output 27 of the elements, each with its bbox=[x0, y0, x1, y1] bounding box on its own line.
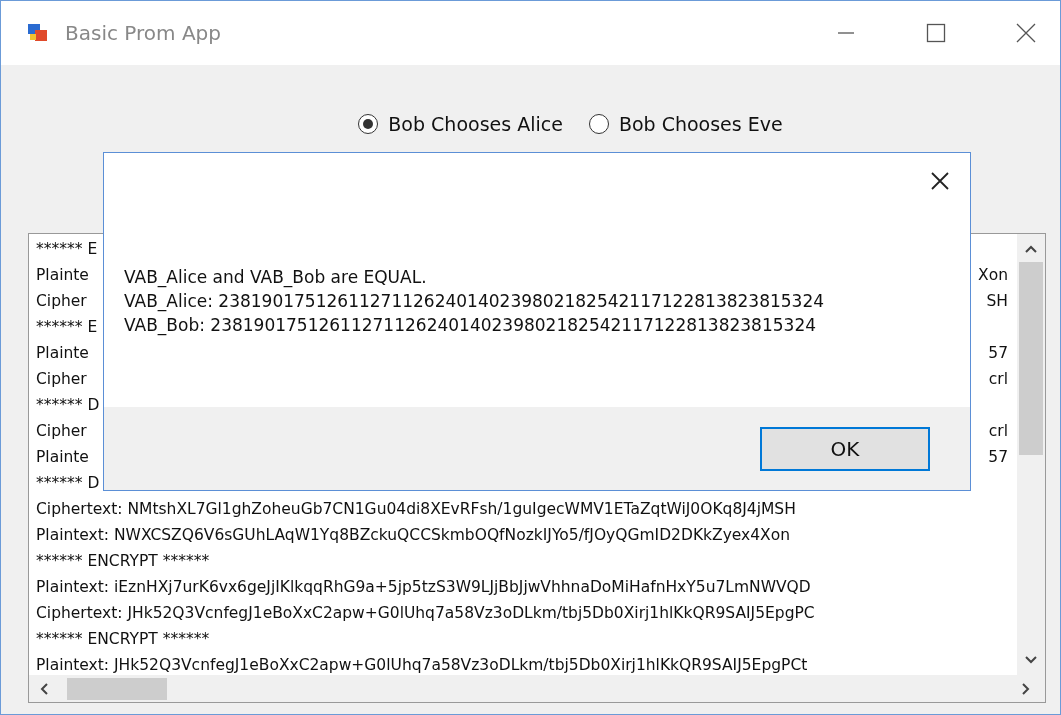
log-line-end: crl bbox=[988, 369, 1008, 390]
log-line-end: SH bbox=[986, 291, 1008, 312]
log-line: Plaintext: iEznHXj7urK6vx6geJjIKlkqqRhG9a+5jp5tzS3W9LJjBbJjwVhhnaDoMiHafnHxY5u7LmNWVQD bbox=[36, 577, 811, 598]
log-line: Plainte bbox=[36, 447, 89, 468]
log-line-end: Xon bbox=[978, 265, 1008, 286]
log-line: Plainte bbox=[36, 265, 89, 286]
message-line: VAB_Alice: 23819017512611271126240140239802182542117122813823815324 bbox=[124, 290, 826, 313]
log-line: Ciphertext: NMtshXL7Gl1ghZoheuGb7CN1Gu04di8XEvRFsh/1guIgecWMV1ETaZqtWiJ0OKq8J4jMSH bbox=[36, 499, 796, 520]
log-line: ****** E bbox=[36, 317, 98, 338]
log-line: Plainte bbox=[36, 343, 89, 364]
log-line: Cipher bbox=[36, 421, 87, 442]
log-line: ****** D bbox=[36, 395, 100, 416]
log-line: ****** E bbox=[36, 239, 98, 260]
log-line: Cipher bbox=[36, 369, 87, 390]
message-line: VAB_Alice and VAB_Bob are EQUAL. bbox=[124, 266, 428, 289]
log-line-end: 57 bbox=[988, 447, 1008, 468]
log-line-end: 57 bbox=[988, 343, 1008, 364]
log-line: ****** D bbox=[36, 473, 100, 494]
log-line-end: crl bbox=[988, 421, 1008, 442]
log-line: Cipher bbox=[36, 291, 87, 312]
window-title: Basic Prom App bbox=[65, 21, 222, 45]
log-line: ****** ENCRYPT ****** bbox=[36, 629, 210, 650]
log-line: Plaintext: NWXCSZQ6V6sGUhLAqW1Yq8BZckuQCCSkmbOQfNozkIJYo5/fJOyQGmID2DKkZyex4Xon bbox=[36, 525, 791, 546]
message-line: VAB_Bob: 23819017512611271126240140239802182542117122813823815324 bbox=[124, 314, 817, 337]
log-line: ****** ENCRYPT ****** bbox=[36, 551, 210, 572]
log-line: Ciphertext: JHk52Q3VcnfegJ1eBoXxC2apw+G0lUhq7a58Vz3oDLkm/tbj5Db0Xirj1hlKkQR9SAIJ5EpgPC bbox=[36, 603, 815, 624]
log-line: Plaintext: JHk52Q3VcnfegJ1eBoXxC2apw+G0lUhq7a58Vz3oDLkm/tbj5Db0Xirj1hlKkQR9SAIJ5EpgPCt bbox=[36, 655, 808, 676]
